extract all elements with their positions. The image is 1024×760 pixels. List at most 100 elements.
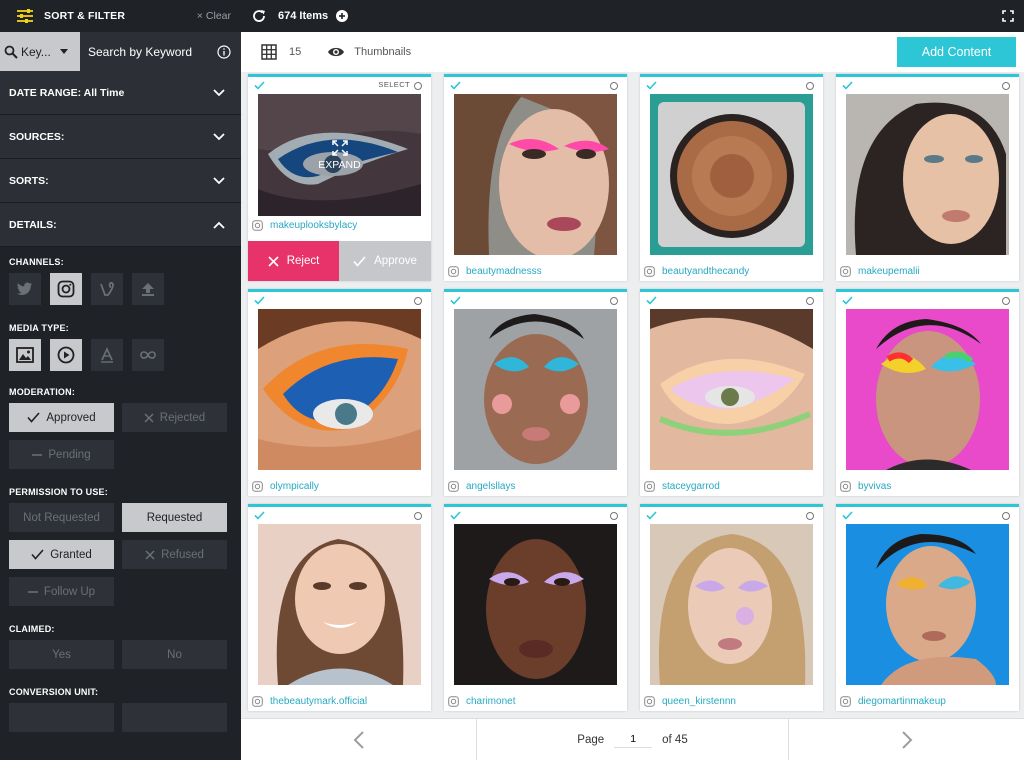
select-radio[interactable] <box>610 82 618 90</box>
content-thumbnail[interactable] <box>650 94 813 255</box>
keyword-type-label: Key... <box>21 44 51 59</box>
claimed-no-chip[interactable]: No <box>122 640 227 669</box>
view-mode-label[interactable]: Thumbnails <box>354 46 411 58</box>
content-thumbnail[interactable] <box>650 309 813 470</box>
play-circle-icon <box>57 346 75 364</box>
per-page-count[interactable]: 15 <box>289 46 301 58</box>
content-card[interactable]: diegomartinmakeup <box>836 504 1019 711</box>
rejected-chip[interactable]: Rejected <box>122 403 227 432</box>
select-radio[interactable] <box>610 297 618 305</box>
channel-upload-button[interactable] <box>132 273 164 305</box>
conversion-chip-2[interactable] <box>122 703 227 732</box>
sorts-section[interactable]: SORTS: <box>0 159 241 203</box>
card-username[interactable]: olympically <box>252 481 319 492</box>
select-radio[interactable] <box>806 82 814 90</box>
card-username[interactable]: queen_kirstennn <box>644 696 736 707</box>
content-thumbnail[interactable] <box>258 309 421 470</box>
next-page-button[interactable] <box>789 719 1024 760</box>
media-image-button[interactable] <box>9 339 41 371</box>
chevron-down-icon <box>213 88 225 96</box>
reject-button[interactable]: Reject <box>248 241 339 281</box>
check-icon <box>254 81 265 90</box>
media-text-button[interactable] <box>91 339 123 371</box>
vine-icon <box>100 281 114 296</box>
select-radio[interactable] <box>414 512 422 520</box>
conversion-chip-1[interactable] <box>9 703 114 732</box>
select-radio[interactable] <box>414 297 422 305</box>
refresh-icon[interactable] <box>252 9 266 23</box>
requested-chip[interactable]: Requested <box>122 503 227 532</box>
content-thumbnail[interactable] <box>258 524 421 685</box>
select-radio[interactable] <box>806 297 814 305</box>
select-radio[interactable] <box>414 82 422 90</box>
approve-button[interactable]: Approve <box>339 241 431 281</box>
not-requested-chip[interactable]: Not Requested <box>9 503 114 532</box>
approved-chip[interactable]: Approved <box>9 403 114 432</box>
select-radio[interactable] <box>1002 82 1010 90</box>
details-section[interactable]: DETAILS: <box>0 203 241 247</box>
content-card[interactable]: byvivas <box>836 289 1019 496</box>
media-video-button[interactable] <box>50 339 82 371</box>
card-username[interactable]: staceygarrod <box>644 481 720 492</box>
content-thumbnail[interactable]: EXPAND <box>258 94 421 216</box>
content-card[interactable]: angelsllays <box>444 289 627 496</box>
content-thumbnail[interactable] <box>454 309 617 470</box>
grid-icon[interactable] <box>261 44 277 60</box>
card-username[interactable]: beautyandthecandy <box>644 266 749 277</box>
select-radio[interactable] <box>610 512 618 520</box>
clear-button[interactable]: × Clear <box>197 10 231 22</box>
content-card[interactable]: beautyandthecandy <box>640 74 823 281</box>
fullscreen-icon[interactable] <box>1002 10 1014 22</box>
channel-instagram-button[interactable] <box>50 273 82 305</box>
sources-section[interactable]: SOURCES: <box>0 115 241 159</box>
view-toolbar: 15 Thumbnails Add Content <box>241 32 1024 72</box>
content-card[interactable]: makeupemalii <box>836 74 1019 281</box>
channels-row <box>9 273 227 305</box>
card-username[interactable]: makeuplooksbylacy <box>252 220 357 231</box>
card-username[interactable]: diegomartinmakeup <box>840 696 946 707</box>
card-username[interactable]: thebeautymark.official <box>252 696 367 707</box>
channel-vine-button[interactable] <box>91 273 123 305</box>
select-radio[interactable] <box>1002 512 1010 520</box>
info-icon[interactable] <box>217 44 231 59</box>
channel-twitter-button[interactable] <box>9 273 41 305</box>
content-thumbnail[interactable] <box>846 524 1009 685</box>
card-username[interactable]: byvivas <box>840 481 891 492</box>
content-thumbnail[interactable] <box>846 309 1009 470</box>
content-thumbnail[interactable] <box>650 524 813 685</box>
previous-page-button[interactable] <box>241 719 476 760</box>
content-thumbnail[interactable] <box>454 524 617 685</box>
card-username[interactable]: angelsllays <box>448 481 515 492</box>
follow-up-chip[interactable]: Follow Up <box>9 577 114 606</box>
content-card[interactable]: charimonet <box>444 504 627 711</box>
content-card[interactable]: SELECT EXPAND makeuplooksbylacy Reject A… <box>248 74 431 281</box>
content-card[interactable]: beautymadnesss <box>444 74 627 281</box>
add-circle-icon[interactable] <box>336 10 349 22</box>
expand-overlay[interactable]: EXPAND <box>258 94 421 216</box>
content-card[interactable]: thebeautymark.official <box>248 504 431 711</box>
eye-icon[interactable] <box>327 46 345 58</box>
page-number-input[interactable] <box>614 731 653 748</box>
card-username[interactable]: charimonet <box>448 696 515 707</box>
select-radio[interactable] <box>806 512 814 520</box>
username-label: makeuplooksbylacy <box>270 220 358 231</box>
keyword-type-select[interactable]: Key... <box>0 32 80 71</box>
refused-chip[interactable]: Refused <box>122 540 227 569</box>
pending-chip[interactable]: Pending <box>9 440 114 469</box>
content-card[interactable]: queen_kirstennn <box>640 504 823 711</box>
add-content-button[interactable]: Add Content <box>897 37 1016 67</box>
date-range-section[interactable]: DATE RANGE: All Time <box>0 71 241 115</box>
card-username[interactable]: beautymadnesss <box>448 266 542 277</box>
instagram-icon <box>644 481 655 492</box>
content-thumbnail[interactable] <box>846 94 1009 255</box>
date-range-label: DATE RANGE: All Time <box>9 86 125 99</box>
media-loop-button[interactable] <box>132 339 164 371</box>
content-thumbnail[interactable] <box>454 94 617 255</box>
claimed-yes-chip[interactable]: Yes <box>9 640 114 669</box>
select-radio[interactable] <box>1002 297 1010 305</box>
content-card[interactable]: staceygarrod <box>640 289 823 496</box>
content-card[interactable]: olympically <box>248 289 431 496</box>
keyword-search-input[interactable]: Search by Keyword <box>80 32 241 71</box>
card-username[interactable]: makeupemalii <box>840 266 920 277</box>
granted-chip[interactable]: Granted <box>9 540 114 569</box>
